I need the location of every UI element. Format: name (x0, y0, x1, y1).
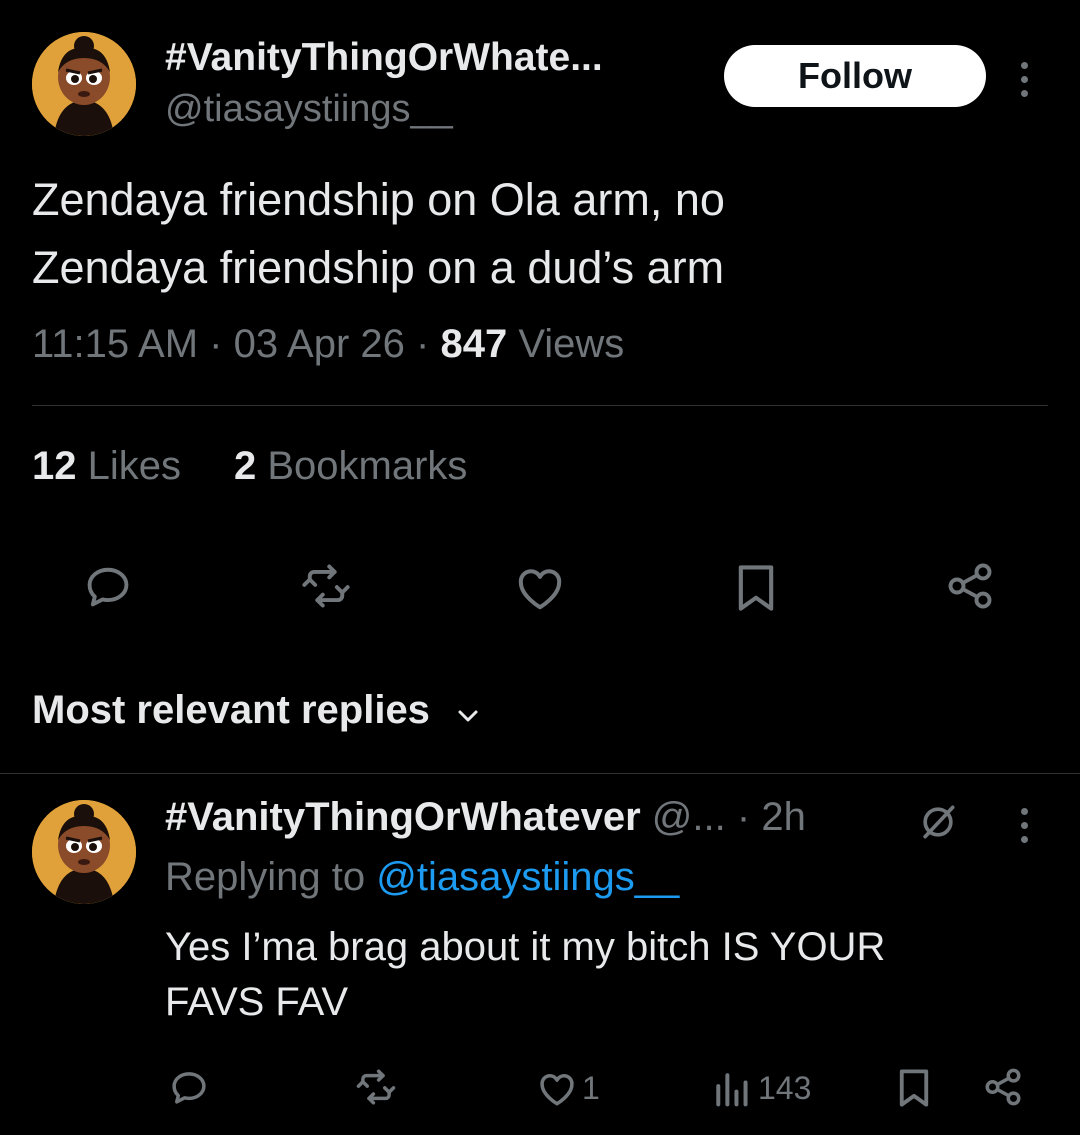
reply-text-line-2: FAVS FAV (165, 980, 349, 1024)
reply-header: #VanityThingOrWhatever @... · 2h (165, 795, 806, 840)
reply-author-name[interactable]: #VanityThingOrWhatever (165, 795, 641, 839)
reply-more-options-icon[interactable] (1021, 808, 1028, 843)
tweet-text-line-2: Zendaya friendship on a dud’s arm (32, 242, 725, 293)
chevron-down-icon (455, 690, 481, 735)
share-icon[interactable] (944, 560, 996, 612)
replying-to: Replying to @tiasaystiings__ (165, 855, 679, 900)
author-avatar[interactable] (32, 32, 136, 136)
reply-author-avatar[interactable] (32, 800, 136, 904)
views-label: Views (518, 322, 625, 366)
like-icon[interactable] (513, 562, 567, 612)
bookmarks-stat[interactable]: 2 Bookmarks (234, 444, 467, 489)
likes-label: Likes (87, 444, 182, 488)
author-name[interactable]: #VanityThingOrWhate... (165, 36, 603, 80)
meta-separator: · (209, 322, 223, 366)
follow-button[interactable]: Follow (724, 45, 986, 107)
likes-count: 12 (32, 444, 77, 488)
divider (0, 773, 1080, 774)
meta-separator: · (416, 322, 430, 366)
replies-sort-label: Most relevant replies (32, 688, 430, 732)
reply-bookmark-icon[interactable] (896, 1067, 932, 1109)
bookmark-icon[interactable] (733, 562, 779, 614)
reply-icon[interactable] (82, 560, 134, 612)
bookmarks-count: 2 (234, 444, 257, 488)
tweet-date[interactable]: 03 Apr 26 (234, 322, 405, 366)
reply-reply-icon[interactable] (168, 1066, 210, 1108)
replies-sort-dropdown[interactable]: Most relevant replies (32, 688, 481, 735)
replying-to-link[interactable]: @tiasaystiings__ (376, 855, 679, 899)
reply-like-button[interactable]: 1 (536, 1068, 600, 1108)
reply-views-count: 143 (758, 1069, 812, 1106)
views-chart-icon (712, 1068, 750, 1108)
reply-text-line-1: Yes I’ma brag about it my bitch IS YOUR (165, 925, 886, 969)
views-count: 847 (440, 322, 508, 366)
reply-text: Yes I’ma brag about it my bitch IS YOUR … (165, 920, 885, 1030)
reply-views-button[interactable]: 143 (712, 1068, 811, 1108)
replying-to-label: Replying to (165, 855, 366, 899)
reply-time[interactable]: 2h (761, 795, 806, 839)
bookmarks-label: Bookmarks (267, 444, 468, 488)
reply-like-count: 1 (582, 1069, 600, 1106)
retweet-icon[interactable] (298, 560, 354, 612)
reply-author-handle[interactable]: @... (652, 795, 726, 839)
tweet-text: Zendaya friendship on Ola arm, no Zenday… (32, 166, 725, 302)
divider (32, 405, 1048, 406)
grok-icon[interactable] (915, 800, 961, 844)
reply-separator: · (736, 795, 751, 839)
tweet-text-line-1: Zendaya friendship on Ola arm, no (32, 174, 725, 225)
reply-share-icon[interactable] (982, 1066, 1024, 1108)
tweet-meta: 11:15 AM · 03 Apr 26 · 847 Views (32, 322, 624, 367)
reply-like-icon (536, 1068, 578, 1108)
reply-retweet-icon[interactable] (354, 1066, 398, 1108)
tweet-time[interactable]: 11:15 AM (32, 322, 198, 366)
more-options-icon[interactable] (1021, 62, 1028, 97)
author-handle[interactable]: @tiasaystiings__ (165, 88, 453, 131)
likes-stat[interactable]: 12 Likes (32, 444, 181, 489)
